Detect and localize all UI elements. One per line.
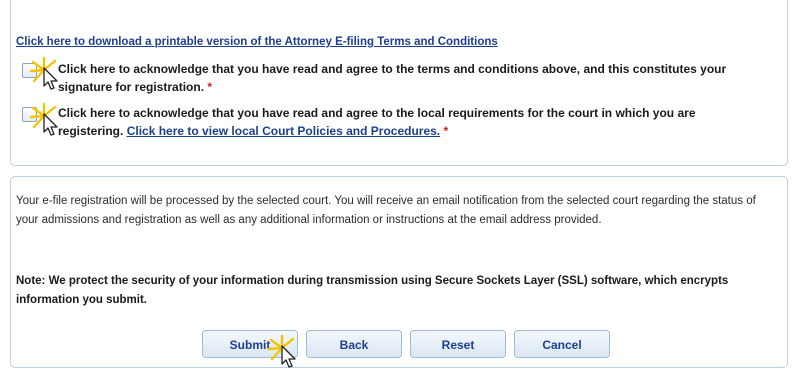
acknowledge-local-checkbox[interactable] bbox=[22, 107, 37, 122]
acknowledge-local-line1: Click here to acknowledge that you have … bbox=[58, 106, 696, 120]
acknowledge-terms-checkbox[interactable] bbox=[22, 63, 37, 78]
acknowledge-local-label: Click here to acknowledge that you have … bbox=[18, 104, 770, 140]
submit-button[interactable]: Submit bbox=[202, 330, 298, 358]
reset-button[interactable]: Reset bbox=[410, 330, 506, 358]
acknowledge-terms-label: Click here to acknowledge that you have … bbox=[18, 60, 770, 96]
cancel-button[interactable]: Cancel bbox=[514, 330, 610, 358]
acknowledge-terms-row: Click here to acknowledge that you have … bbox=[18, 60, 770, 96]
acknowledge-local-line2: registering. Click here to view local Co… bbox=[58, 122, 770, 140]
back-button[interactable]: Back bbox=[306, 330, 402, 358]
registration-info-text: Your e-file registration will be process… bbox=[16, 195, 756, 226]
acknowledge-terms-line2-text: signature for registration. bbox=[58, 80, 205, 94]
acknowledge-local-row: Click here to acknowledge that you have … bbox=[18, 104, 770, 140]
required-marker: * bbox=[443, 124, 449, 138]
local-policies-link[interactable]: Click here to view local Court Policies … bbox=[127, 124, 440, 138]
acknowledge-terms-line1: Click here to acknowledge that you have … bbox=[58, 62, 727, 76]
security-note-text: Note: We protect the security of your in… bbox=[16, 275, 729, 306]
acknowledge-local-line2-text: registering. bbox=[58, 124, 124, 138]
required-marker: * bbox=[207, 80, 213, 94]
download-terms-link[interactable]: Click here to download a printable versi… bbox=[16, 36, 498, 48]
acknowledge-terms-line2: signature for registration. * bbox=[58, 78, 770, 96]
